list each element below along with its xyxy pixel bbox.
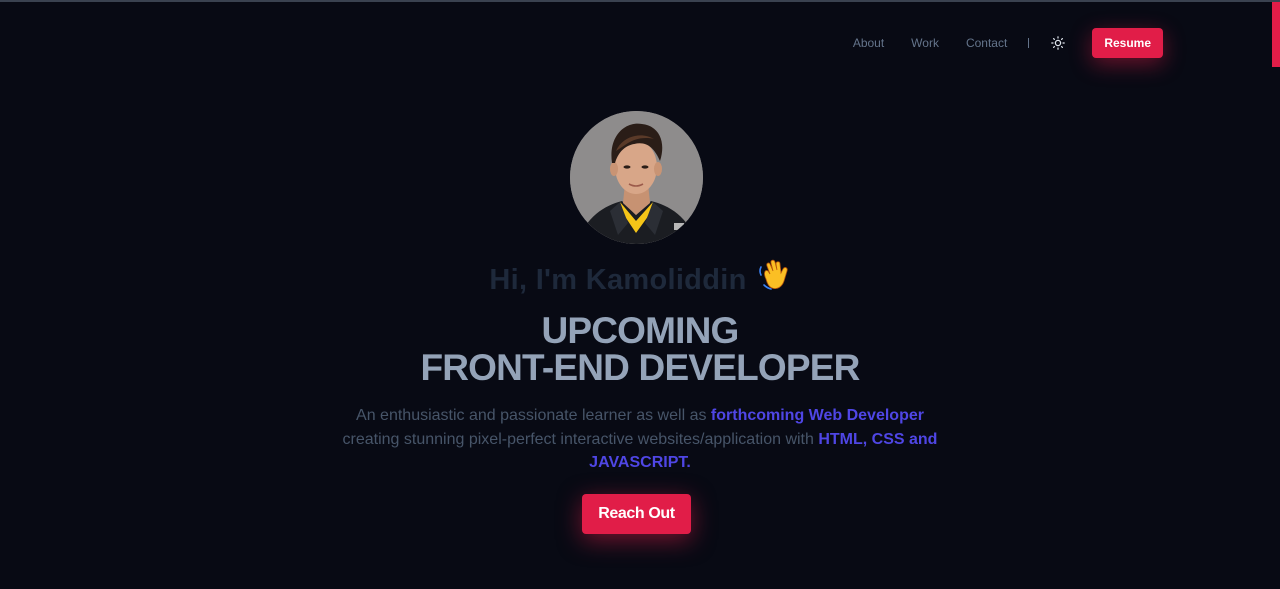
scroll-indicator[interactable] bbox=[1272, 2, 1280, 67]
intro-paragraph: An enthusiastic and passionate learner a… bbox=[340, 404, 940, 475]
intro-highlight-1: forthcoming Web Developer bbox=[710, 407, 924, 424]
navigation-bar: About Work Contact Resume bbox=[853, 28, 1163, 58]
reach-out-button[interactable]: Reach Out bbox=[582, 494, 691, 534]
nav-link-about[interactable]: About bbox=[853, 36, 884, 50]
sun-icon[interactable] bbox=[1050, 35, 1066, 51]
nav-divider bbox=[1028, 38, 1030, 48]
greeting: Hi, I'm Kamoliddin bbox=[0, 259, 1280, 299]
nav-link-work[interactable]: Work bbox=[911, 36, 939, 50]
intro-text-1: An enthusiastic and passionate learner a… bbox=[356, 407, 711, 424]
top-border bbox=[0, 0, 1280, 2]
avatar bbox=[570, 111, 703, 244]
nav-link-contact[interactable]: Contact bbox=[966, 36, 1007, 50]
headline-line-1: UPCOMING bbox=[541, 310, 739, 351]
resume-button[interactable]: Resume bbox=[1092, 28, 1163, 58]
headline: UPCOMING FRONT-END DEVELOPER bbox=[0, 312, 1280, 386]
headline-line-2: FRONT-END DEVELOPER bbox=[420, 347, 860, 388]
intro-text-2: creating stunning pixel-perfect interact… bbox=[342, 430, 819, 448]
greeting-text: Hi, I'm Kamoliddin bbox=[489, 264, 747, 296]
waving-hand-icon bbox=[757, 259, 791, 299]
